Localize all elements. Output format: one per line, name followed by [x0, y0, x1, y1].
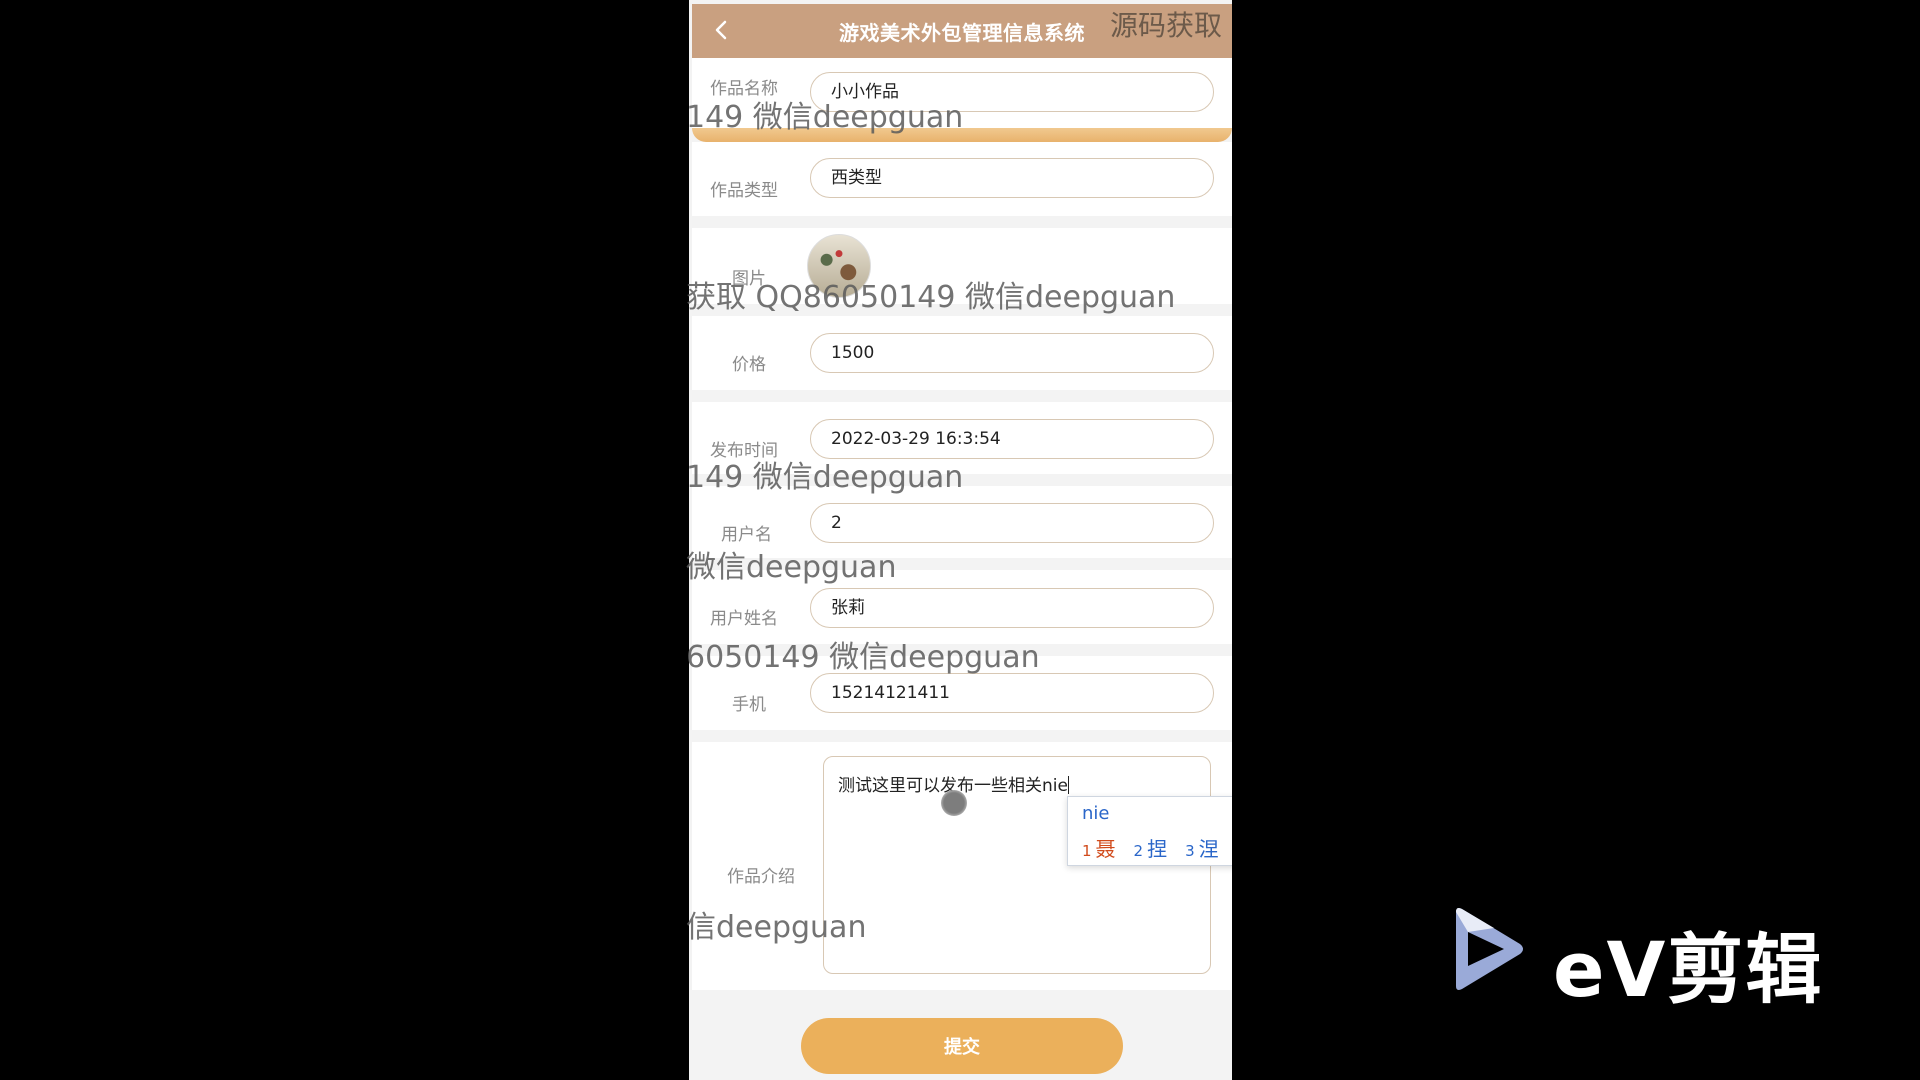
ime-candidate[interactable]: 3涅	[1185, 833, 1219, 862]
play-icon	[1456, 908, 1523, 990]
editor-logo: eV剪辑	[1448, 904, 1821, 1014]
watermark-text: 149 微信deepguan	[686, 100, 964, 135]
ime-candidates: 1聂 2捏 3涅	[1082, 833, 1219, 862]
watermark-text: 信deepguan	[686, 910, 867, 945]
field-row-price: 价格 1500	[692, 316, 1232, 390]
watermark-text: 6050149 微信deepguan	[686, 640, 1040, 675]
ime-candidate[interactable]: 2捏	[1134, 833, 1168, 862]
editor-logo-text: eV剪辑	[1553, 925, 1824, 1014]
submit-button[interactable]: 提交	[801, 1018, 1123, 1074]
username-input[interactable]: 2	[810, 503, 1214, 543]
watermark-text: 149 微信deepguan	[686, 460, 964, 495]
field-row-type: 作品类型 西类型	[692, 142, 1232, 216]
phone-label: 手机	[732, 695, 766, 715]
page-title: 游戏美术外包管理信息系统	[839, 20, 1085, 45]
type-label: 作品类型	[710, 181, 778, 201]
ime-candidate-popup: nie 1聂 2捏 3涅	[1067, 796, 1232, 866]
type-input[interactable]: 西类型	[810, 158, 1214, 198]
video-frame: 游戏美术外包管理信息系统 作品名称 小小作品 作品类型 西类型 图片 价格 15…	[0, 0, 1920, 1080]
ime-candidate[interactable]: 1聂	[1082, 833, 1116, 862]
text-caret	[1067, 776, 1069, 794]
price-input[interactable]: 1500	[810, 333, 1214, 373]
price-label: 价格	[732, 355, 766, 375]
realname-label: 用户姓名	[710, 609, 778, 629]
watermark-text: 微信deepguan	[686, 550, 897, 585]
phone-input[interactable]: 15214121411	[810, 673, 1214, 713]
realname-input[interactable]: 张莉	[810, 588, 1214, 628]
intro-label: 作品介绍	[727, 867, 795, 887]
ime-composition: nie	[1082, 803, 1110, 824]
watermark-text: 获取 QQ86050149 微信deepguan	[686, 280, 1176, 315]
touch-indicator	[941, 790, 967, 816]
back-arrow-icon[interactable]	[710, 18, 734, 42]
source-watermark: 源码获取	[1110, 9, 1223, 42]
